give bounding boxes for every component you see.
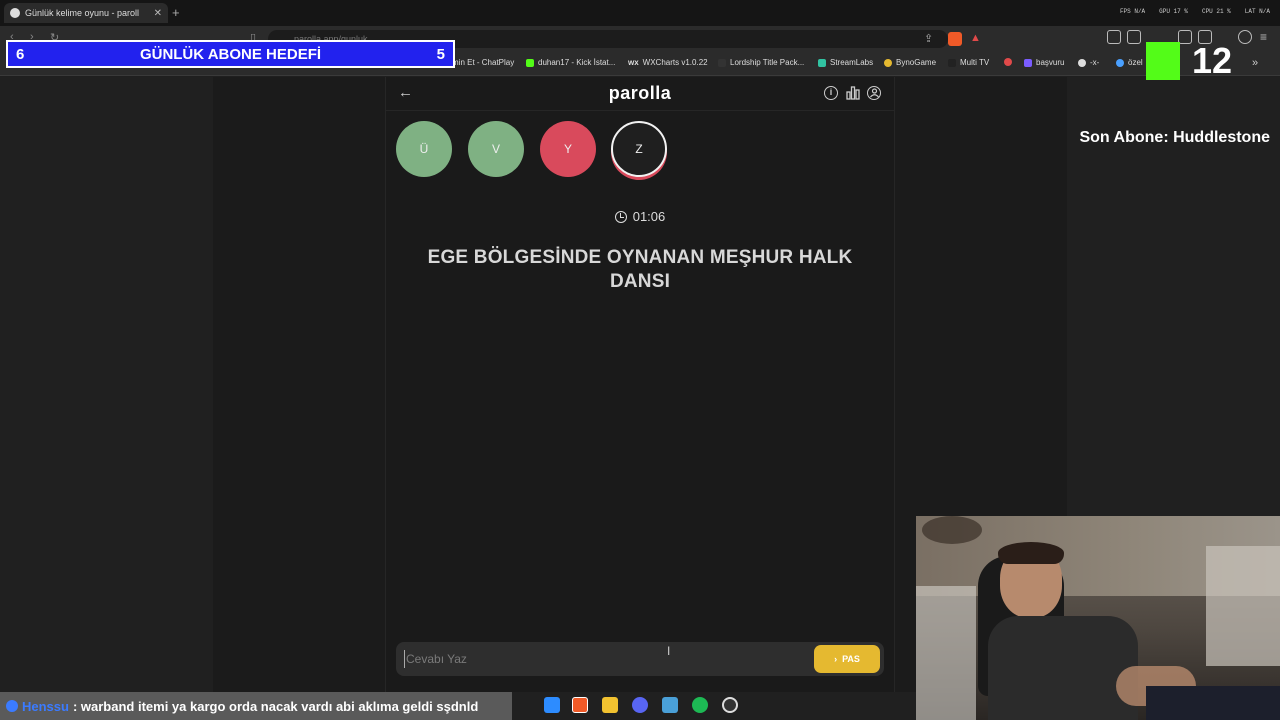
list-icon (1024, 58, 1032, 67)
chat-badge-icon (6, 700, 18, 712)
spotify-icon[interactable] (692, 697, 708, 713)
bookmark-folder[interactable] (1004, 58, 1012, 66)
google-icon (1078, 58, 1086, 67)
webcam-feed (916, 516, 1280, 720)
question-text: EGE BÖLGESİNDE OYNANAN MEŞHUR HALK DANSI (427, 247, 853, 292)
answer-input[interactable] (404, 650, 804, 668)
wallet-icon[interactable] (1178, 30, 1192, 44)
lordship-icon (718, 58, 726, 67)
bookmark-chatplay[interactable]: min Et - ChatPlay (452, 58, 514, 67)
streamlabs-icon (818, 58, 826, 67)
menu-icon[interactable]: ≡ (1260, 30, 1267, 44)
countdown-timer: 01:06 (590, 209, 690, 224)
tab-title: Günlük kelime oyunu - paroll (25, 8, 140, 18)
bookmark-x[interactable]: -x- (1078, 58, 1099, 67)
windows-start-icon[interactable] (544, 697, 560, 713)
performance-stats: FPS N/A GPU 17 % CPU 21 % LAT N/A (1120, 8, 1270, 15)
discord-icon[interactable] (632, 697, 648, 713)
bookmark-wxcharts[interactable]: wx WXCharts v1.0.22 (628, 58, 708, 67)
bookmark-basvuru[interactable]: başvuru (1024, 58, 1064, 67)
new-tab-icon[interactable]: + (172, 5, 180, 20)
bookmark-kick-stats[interactable]: duhan17 - Kick İstat... (526, 58, 615, 67)
extensions-icon[interactable] (1107, 30, 1121, 44)
letter-circle-z-active: Z (611, 121, 667, 177)
chat-message: : warband itemi ya kargo orda nacak vard… (72, 698, 479, 714)
record-icon (1004, 58, 1012, 66)
bookmark-lordship[interactable]: Lordship Title Pack... (718, 58, 804, 67)
obs-icon[interactable] (722, 697, 738, 713)
stats-icon[interactable] (846, 86, 860, 100)
page-background-left (0, 77, 213, 720)
kick-viewer-count: 12 (1192, 40, 1233, 81)
subscriber-goal-bar: 6 GÜNLÜK ABONE HEDEFİ 5 (6, 40, 455, 68)
clock-icon (614, 210, 627, 223)
chevron-right-icon: › (834, 654, 838, 664)
chat-ticker: Henssu : warband itemi ya kargo orda nac… (0, 692, 512, 720)
bookmark-ozel[interactable]: özel (1116, 58, 1143, 67)
text-cursor-icon: I (667, 644, 671, 658)
timer-value: 01:06 (632, 209, 666, 224)
sidebar-icon[interactable] (1127, 30, 1141, 44)
brave-taskbar-icon[interactable] (572, 697, 588, 713)
more-bookmarks-icon[interactable]: » (1252, 57, 1258, 69)
goal-target: 5 (436, 45, 445, 63)
page-gutter-left (213, 77, 385, 720)
letter-circle-y: Y (540, 121, 596, 177)
info-icon[interactable]: i (824, 86, 838, 100)
vpn-icon[interactable] (1238, 30, 1252, 44)
tab-favicon-icon (10, 8, 20, 18)
fps-stat: FPS N/A (1119, 8, 1146, 15)
bookmark-multitv[interactable]: Multi TV (948, 58, 989, 67)
profile-icon[interactable] (867, 86, 881, 100)
browser-tab[interactable]: Günlük kelime oyunu - paroll ✕ (4, 3, 168, 23)
wx-icon: wx (628, 58, 639, 67)
letter-circle-v: V (468, 121, 524, 177)
kick-icon (526, 58, 534, 67)
app-logo[interactable]: parolla (540, 83, 740, 104)
gpu-stat: GPU 17 % (1159, 8, 1188, 15)
tab-close-icon[interactable]: ✕ (154, 8, 162, 19)
back-arrow-icon[interactable]: ← (398, 84, 413, 101)
bookmark-streamlabs[interactable]: StreamLabs (818, 58, 873, 67)
last-subscriber: Son Abone: Huddlestone (1079, 129, 1270, 146)
latency-stat: LAT N/A (1244, 8, 1270, 15)
file-explorer-icon[interactable] (602, 697, 618, 713)
share-icon[interactable]: ⇪ (924, 32, 933, 45)
cpu-stat: CPU 21 % (1201, 8, 1231, 15)
brave-shield-icon[interactable] (948, 32, 962, 46)
browser-tab-bar (0, 0, 1280, 26)
app-taskbar-icon[interactable] (662, 697, 678, 713)
pass-label: PAS (842, 654, 860, 664)
react-icon (1116, 58, 1124, 67)
goal-title: GÜNLÜK ABONE HEDEFİ (139, 45, 322, 63)
letter-circle-u: Ü (396, 121, 452, 177)
bynogame-icon (884, 58, 892, 67)
pass-button[interactable]: › PAS (814, 645, 880, 673)
multitv-icon (948, 58, 956, 67)
kick-logo-icon (1146, 42, 1180, 80)
chat-username: Henssu (22, 698, 69, 714)
goal-current: 6 (16, 45, 25, 63)
bookmark-bynogame[interactable]: BynoGame (884, 58, 936, 67)
brave-rewards-icon[interactable]: ▲ (970, 32, 981, 44)
